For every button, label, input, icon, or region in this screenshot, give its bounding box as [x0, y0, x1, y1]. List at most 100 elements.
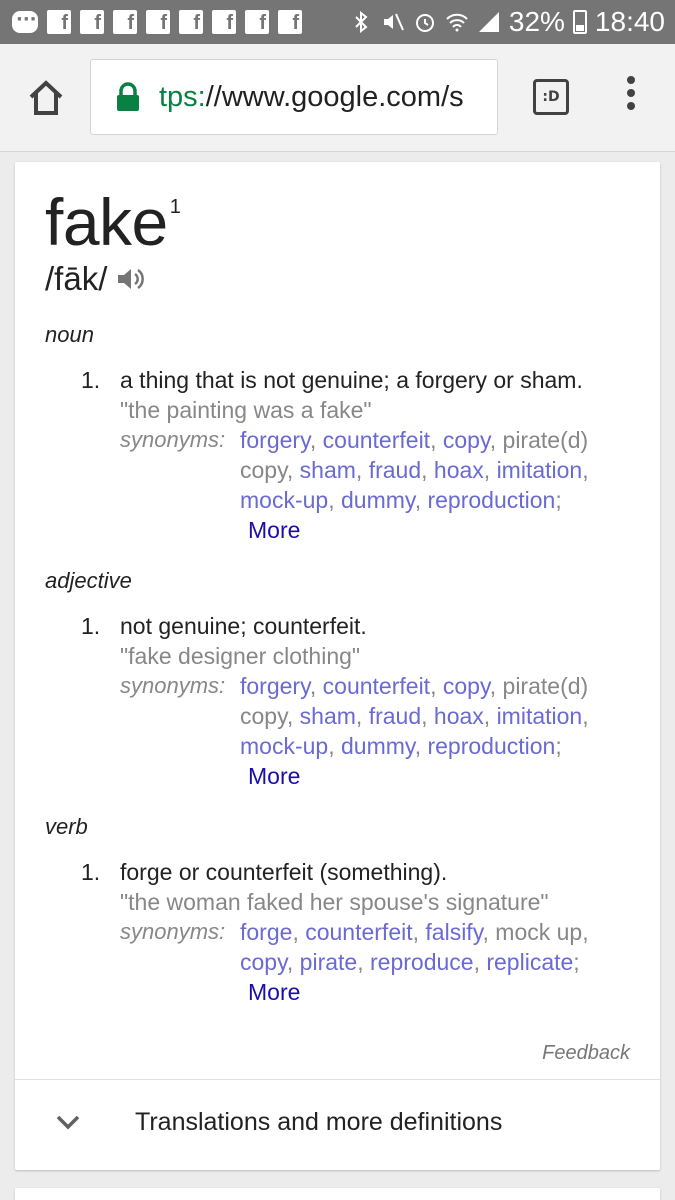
translations-label: Translations and more definitions — [135, 1108, 503, 1136]
chevron-down-icon — [56, 1115, 80, 1130]
synonyms-label: synonyms: — [120, 427, 226, 452]
translations-expander[interactable]: Translations and more definitions — [15, 1080, 660, 1170]
part-of-speech: verb — [45, 814, 88, 839]
synonym-link[interactable]: fraud — [369, 703, 421, 729]
speaker-icon[interactable] — [115, 264, 147, 294]
example-sentence: "the painting was a fake" — [120, 397, 372, 423]
browser-toolbar: tps://www.google.com/s :D — [0, 44, 675, 152]
synonym-separator: , — [328, 733, 341, 759]
synonym-link[interactable]: reproduction — [427, 487, 555, 513]
next-card — [15, 1188, 660, 1200]
synonym-link[interactable]: copy — [443, 427, 490, 453]
synonym-separator: ; — [555, 487, 562, 513]
tab-switcher-button[interactable]: :D — [533, 79, 569, 115]
synonym-separator: , — [582, 703, 589, 729]
synonym-link[interactable]: hoax — [434, 703, 484, 729]
synonym-link[interactable]: copy — [443, 673, 490, 699]
battery-icon — [572, 10, 587, 34]
synonyms-label: synonyms: — [120, 673, 226, 698]
synonym-link[interactable]: forgery — [240, 673, 310, 699]
synonym-link[interactable]: counterfeit — [323, 673, 430, 699]
headword-text: fake — [45, 185, 168, 259]
synonym-link[interactable]: counterfeit — [305, 919, 412, 945]
url-host: //www.google.com/s — [205, 81, 464, 113]
synonym-separator: , — [421, 457, 434, 483]
pronunciation: /fāk/ — [45, 260, 147, 298]
synonym-link[interactable]: mock-up — [240, 733, 328, 759]
synonym-link[interactable]: fraud — [369, 457, 421, 483]
synonym-link[interactable]: forge — [240, 919, 292, 945]
synonyms-line: copy, sham, fraud, hoax, imitation, — [240, 703, 589, 730]
definition: forge or counterfeit (something). — [120, 859, 448, 885]
synonyms-line: forgery, counterfeit, copy, pirate(d) — [240, 673, 588, 700]
synonym-link[interactable]: dummy — [341, 733, 415, 759]
example-sentence: "the woman faked her spouse's signature" — [120, 889, 549, 915]
synonyms-line: mock-up, dummy, reproduction; — [240, 487, 562, 514]
synonym-link[interactable]: forgery — [240, 427, 310, 453]
example-sentence: "fake designer clothing" — [120, 643, 361, 669]
synonym-separator: , — [355, 703, 369, 729]
synonym-link[interactable]: reproduction — [427, 733, 555, 759]
synonym-link[interactable]: copy — [240, 949, 287, 975]
more-synonyms-link[interactable]: More — [248, 517, 300, 544]
synonyms-line: forge, counterfeit, falsify, mock up, — [240, 919, 589, 946]
lock-icon — [117, 82, 139, 111]
clock: 18:40 — [594, 6, 665, 37]
feedback-link[interactable]: Feedback — [542, 1042, 630, 1065]
part-of-speech: noun — [45, 322, 94, 347]
synonym-separator: , — [292, 919, 306, 945]
synonym-separator: copy, — [240, 457, 300, 483]
synonym-link[interactable]: imitation — [497, 457, 583, 483]
synonyms-line: copy, pirate, reproduce, replicate; — [240, 949, 580, 976]
wifi-icon — [446, 13, 468, 32]
synonym-link[interactable]: pirate — [300, 949, 358, 975]
url-text[interactable]: tps://www.google.com/s — [159, 81, 464, 114]
home-icon[interactable] — [26, 78, 66, 118]
facebook-icon: f — [47, 10, 71, 34]
synonym-separator: , — [483, 457, 497, 483]
definition: a thing that is not genuine; a forgery o… — [120, 367, 583, 393]
synonym-separator: , — [582, 457, 589, 483]
synonym-link[interactable]: imitation — [497, 703, 583, 729]
synonym-link[interactable]: sham — [300, 703, 356, 729]
synonym-link[interactable]: mock-up — [240, 487, 328, 513]
sense-number: 1. — [81, 859, 101, 885]
part-of-speech: adjective — [45, 568, 132, 593]
synonym-link[interactable]: counterfeit — [323, 427, 430, 453]
notification-icons: f f f f f f f f — [12, 9, 302, 34]
synonym-separator: , — [355, 457, 369, 483]
mute-icon — [383, 13, 404, 31]
message-icon — [12, 9, 38, 33]
synonym-separator: , — [412, 919, 426, 945]
synonym-separator: , — [414, 487, 428, 513]
synonym-link[interactable]: sham — [300, 457, 356, 483]
more-synonyms-link[interactable]: More — [248, 763, 300, 790]
synonyms-line: mock-up, dummy, reproduction; — [240, 733, 562, 760]
synonym-separator: , — [430, 673, 443, 699]
signal-icon — [478, 12, 499, 32]
battery-percent: 32% — [508, 6, 565, 37]
bluetooth-icon — [355, 10, 368, 34]
synonym-separator: ; — [555, 733, 562, 759]
headword: fake 1 — [45, 184, 181, 260]
synonym-link[interactable]: hoax — [434, 457, 484, 483]
synonym-separator: copy, — [240, 703, 300, 729]
facebook-icon: f — [80, 10, 104, 34]
sense-number: 1. — [81, 367, 101, 393]
synonym-separator: ; — [573, 949, 580, 975]
synonym-separator: , pirate(d) — [489, 427, 589, 453]
synonym-link[interactable]: replicate — [486, 949, 573, 975]
facebook-icon: f — [113, 10, 137, 34]
overflow-menu-icon[interactable] — [623, 76, 639, 120]
pronunciation-text: /fāk/ — [45, 260, 108, 297]
synonym-separator: , — [328, 487, 341, 513]
facebook-icon: f — [212, 10, 236, 34]
more-synonyms-link[interactable]: More — [248, 979, 300, 1006]
synonym-link[interactable]: dummy — [341, 487, 415, 513]
sense-number: 1. — [81, 613, 101, 639]
address-bar[interactable]: tps://www.google.com/s — [90, 59, 498, 135]
dictionary-card: fake 1 /fāk/ noun 1. a thing that is not ge… — [15, 162, 660, 1170]
synonyms-line: copy, sham, fraud, hoax, imitation, — [240, 457, 589, 484]
synonym-link[interactable]: falsify — [425, 919, 482, 945]
synonym-link[interactable]: reproduce — [370, 949, 474, 975]
